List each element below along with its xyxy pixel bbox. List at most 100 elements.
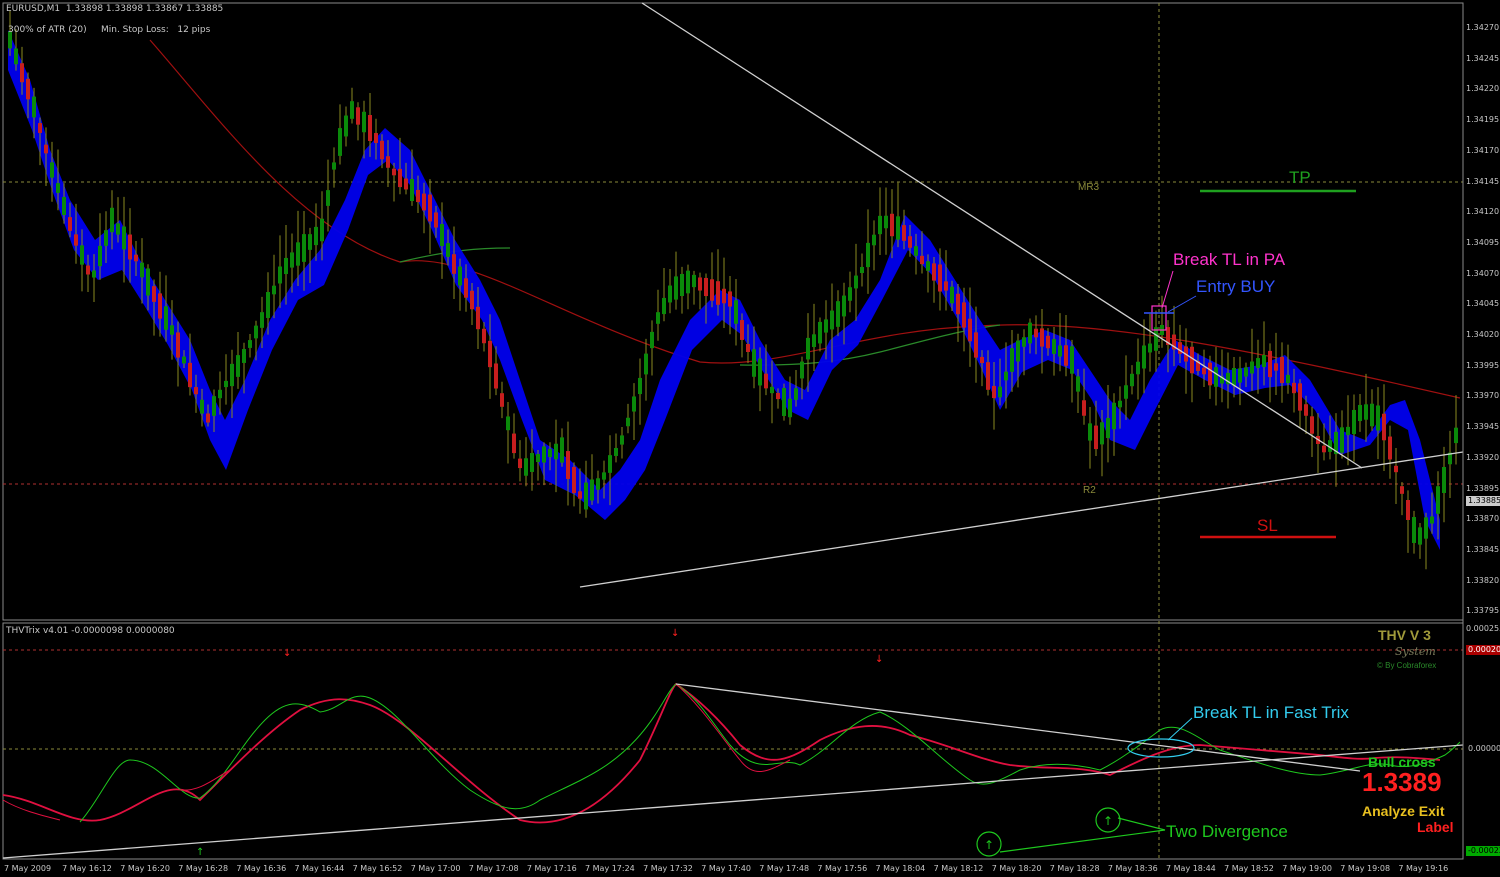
bull-candle xyxy=(584,482,588,510)
bear-candle xyxy=(1208,362,1212,386)
bull-candle xyxy=(866,242,870,268)
indicator-axis-level-high: 0.00020 xyxy=(1466,645,1500,655)
bull-candle xyxy=(854,275,858,289)
atr-info: 300% of ATR (20) Min. Stop Loss: 12 pips xyxy=(8,25,211,35)
bull-candle xyxy=(1442,467,1446,493)
bull-candle xyxy=(734,300,738,324)
bear-candle xyxy=(1268,350,1272,378)
bear-candle xyxy=(1394,465,1398,473)
bear-candle xyxy=(1406,500,1410,520)
bull-candle xyxy=(104,230,108,246)
time-axis-label: 7 May 18:36 xyxy=(1107,864,1158,873)
price-axis-label: 1.34170 xyxy=(1466,145,1500,155)
entry-buy-label: Entry BUY xyxy=(1196,277,1276,296)
brand-credit: © By Cobraforex xyxy=(1377,661,1437,670)
bull-candle xyxy=(818,321,822,344)
time-axis-label: 7 May 19:08 xyxy=(1340,864,1391,873)
bear-candle xyxy=(566,451,570,479)
brand-subtitle: System xyxy=(1395,645,1436,658)
bear-candle xyxy=(392,168,396,176)
bear-candle xyxy=(1304,404,1308,416)
time-axis-label: 7 May 17:56 xyxy=(817,864,868,873)
bear-candle xyxy=(206,413,210,423)
bull-candle xyxy=(926,261,930,271)
bull-candle xyxy=(1112,402,1116,430)
bear-candle xyxy=(380,140,384,160)
bull-candle xyxy=(1430,516,1434,524)
bull-candle xyxy=(260,312,264,328)
bull-candle xyxy=(1352,409,1356,435)
symbol-info: EURUSD,M1 1.33898 1.33898 1.33867 1.3388… xyxy=(6,4,224,14)
bear-candle xyxy=(422,193,426,211)
bull-candle xyxy=(638,377,642,395)
time-axis-label: 7 May 18:28 xyxy=(1049,864,1100,873)
bear-candle xyxy=(134,254,138,262)
bear-candle xyxy=(932,263,936,281)
bull-candle xyxy=(782,388,786,416)
indicator-axis-top: 0.000255 xyxy=(1466,624,1500,633)
bull-candle xyxy=(914,246,918,256)
bull-candle xyxy=(530,453,534,472)
price-axis-label: 1.34020 xyxy=(1466,330,1500,339)
bear-candle xyxy=(1388,436,1392,460)
price-axis-label: 1.34120 xyxy=(1466,207,1500,217)
time-axis-label: 7 May 16:44 xyxy=(294,864,345,873)
bear-candle xyxy=(908,236,912,248)
bull-candle xyxy=(218,389,222,399)
bear-candle xyxy=(1202,367,1206,375)
bull-candle xyxy=(308,234,312,250)
bear-candle xyxy=(572,466,576,494)
bear-candle xyxy=(1040,328,1044,347)
bull-candle xyxy=(110,207,114,233)
bull-candle xyxy=(650,331,654,349)
bull-candle xyxy=(506,416,510,431)
time-axis-label: 7 May 16:12 xyxy=(62,864,112,873)
time-axis-label: 7 May 17:16 xyxy=(526,864,577,873)
bear-candle xyxy=(716,281,720,305)
bull-candle xyxy=(788,398,792,418)
bear-candle xyxy=(698,277,702,291)
bull-candle xyxy=(62,196,66,216)
time-axis-label: 7 May 16:52 xyxy=(352,864,403,873)
bear-candle xyxy=(1298,383,1302,411)
bull-candle xyxy=(1364,404,1368,420)
bear-candle xyxy=(434,212,438,228)
bull-candle xyxy=(656,312,660,324)
bear-candle xyxy=(404,178,408,190)
bear-candle xyxy=(1046,335,1050,349)
bear-candle xyxy=(152,286,156,302)
time-axis-label: 7 May 18:44 xyxy=(1166,864,1216,873)
time-axis-label: 7 May 16:36 xyxy=(236,864,287,873)
bull-candle xyxy=(1142,345,1146,369)
bull-candle xyxy=(326,190,330,206)
bull-candle xyxy=(1118,400,1122,408)
bull-candle xyxy=(1016,340,1020,362)
sell-arrow-icon: ↓ xyxy=(671,628,679,639)
bull-candle xyxy=(1004,371,1008,381)
bear-candle xyxy=(920,255,924,265)
bear-candle xyxy=(728,291,732,307)
bear-candle xyxy=(962,302,966,328)
bull-candle xyxy=(1370,403,1374,427)
bull-candle xyxy=(332,162,336,170)
bull-candle xyxy=(752,349,756,377)
chart-canvas[interactable]: ↑ ↑ ↓ ↓ ↓ ↑ xyxy=(0,0,1500,877)
time-axis-label: 7 May 18:04 xyxy=(875,864,926,873)
time-axis-label: 7 May 17:40 xyxy=(701,864,751,873)
bull-candle xyxy=(1346,426,1350,436)
time-axis-label: 7 May 18:52 xyxy=(1224,864,1274,873)
bull-candle xyxy=(608,455,612,473)
bull-candle xyxy=(1256,358,1260,368)
price-axis-label: 1.34070 xyxy=(1466,268,1500,278)
divergence-arrow-icon: ↑ xyxy=(984,838,994,852)
bull-candle xyxy=(674,276,678,300)
bear-candle xyxy=(1400,486,1404,494)
bear-candle xyxy=(1094,425,1098,450)
bull-candle xyxy=(458,266,462,286)
bull-candle xyxy=(524,458,528,476)
time-axis-label: 7 May 17:24 xyxy=(585,864,635,873)
bull-candle xyxy=(200,399,204,414)
bull-candle xyxy=(272,285,276,295)
bull-candle xyxy=(302,234,306,262)
current-price-tag: 1.33885 xyxy=(1466,496,1500,506)
